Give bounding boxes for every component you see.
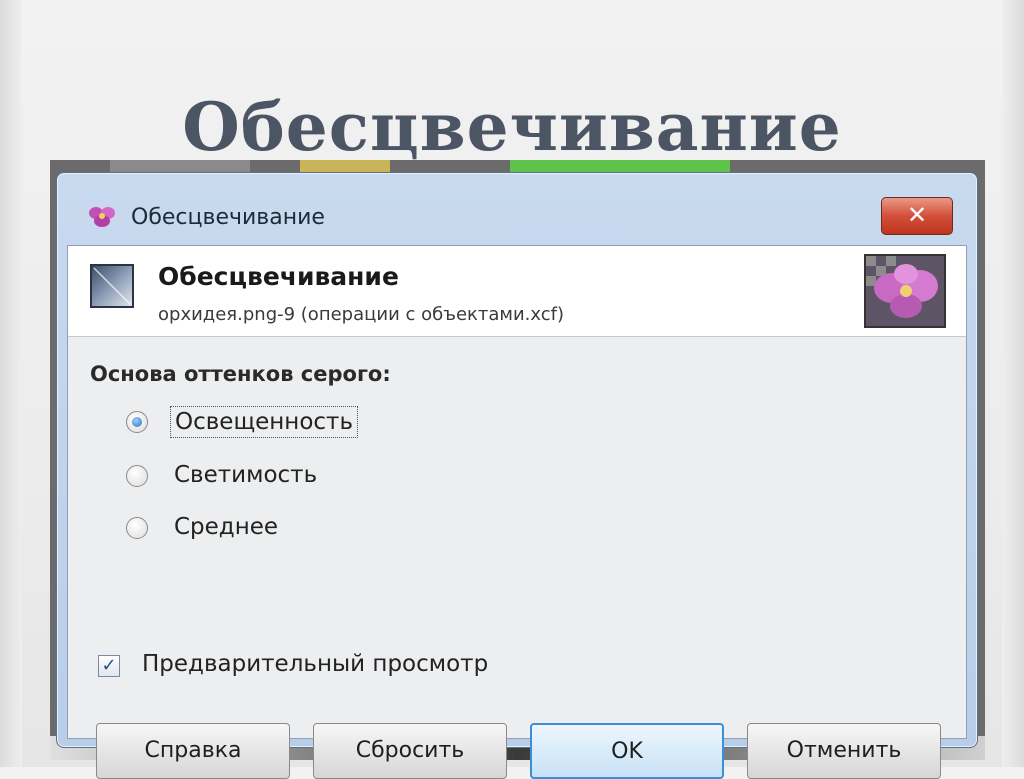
slide-title: Обесцвечивание [182, 88, 842, 166]
desaturate-dialog: Обесцвечивание ✕ Обесцвечивание орхидея.… [56, 172, 978, 779]
image-thumbnail [864, 254, 946, 328]
help-button[interactable]: Справка [96, 723, 290, 779]
desaturate-filter-icon [90, 264, 134, 308]
header-subtitle: орхидея.png-9 (операции с объектами.xcf) [158, 304, 564, 325]
dialog-header: Обесцвечивание орхидея.png-9 (операции с… [68, 246, 966, 337]
radio-label: Светимость [174, 462, 318, 488]
radio-button[interactable] [126, 411, 148, 433]
preview-label[interactable]: Предварительный просмотр [142, 651, 488, 677]
dialog-client-area: Обесцвечивание орхидея.png-9 (операции с… [67, 245, 967, 779]
grayscale-basis-label: Основа оттенков серого: [90, 362, 391, 386]
preview-checkbox[interactable]: ✓ [98, 655, 120, 677]
reset-button[interactable]: Сбросить [313, 723, 507, 779]
close-button[interactable]: ✕ [881, 197, 953, 235]
orchid-app-icon [89, 207, 115, 227]
radio-label: Освещенность [170, 406, 359, 438]
radio-button[interactable] [126, 465, 148, 487]
cancel-button[interactable]: Отменить [747, 723, 941, 779]
radio-label: Среднее [174, 514, 279, 540]
dialog-title: Обесцвечивание [131, 205, 325, 230]
ok-button[interactable]: OK [530, 723, 724, 779]
radio-button[interactable] [126, 517, 148, 539]
checkmark-icon: ✓ [101, 655, 117, 676]
dialog-titlebar[interactable]: Обесцвечивание ✕ [57, 173, 977, 245]
close-icon: ✕ [906, 201, 928, 229]
header-title: Обесцвечивание [158, 262, 399, 291]
